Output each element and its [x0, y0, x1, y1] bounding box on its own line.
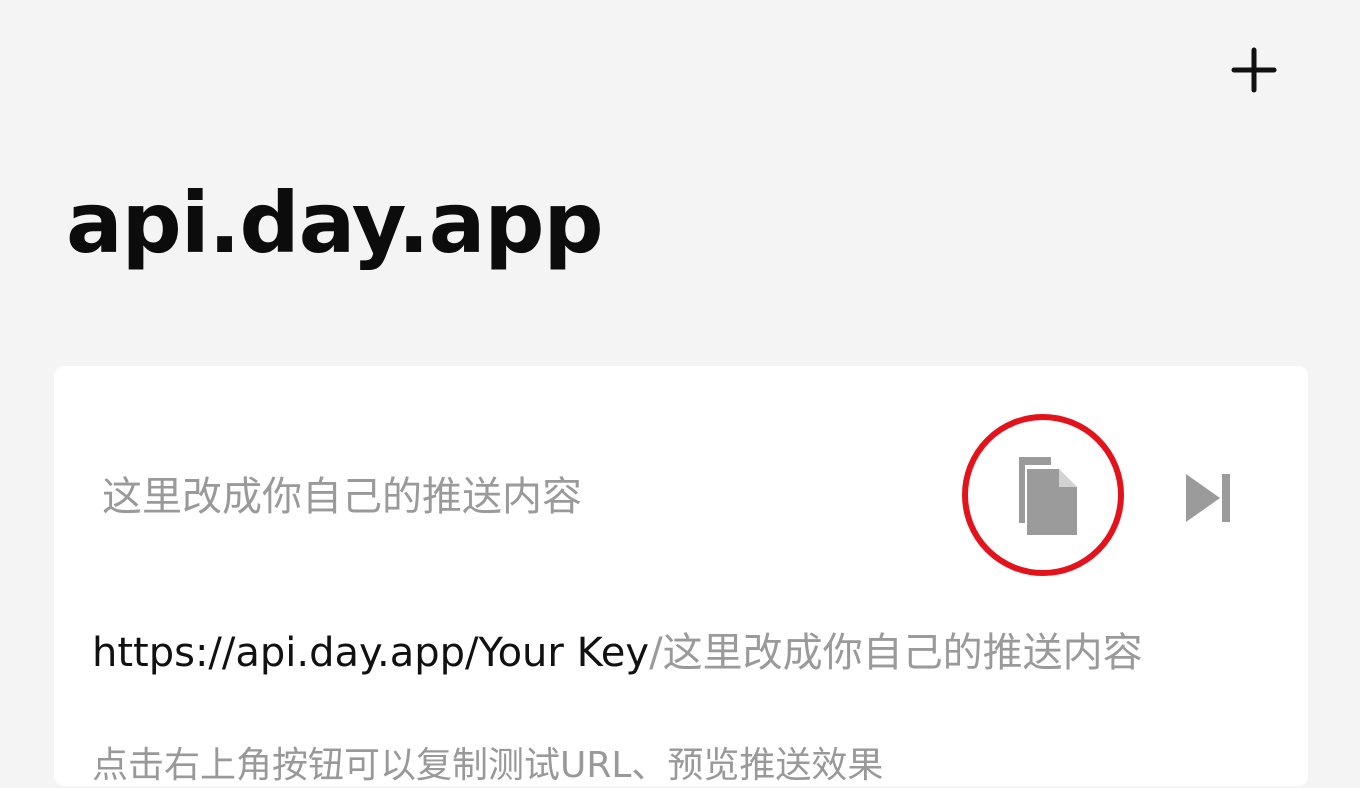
push-url-base: https://api.day.app/Your Key [92, 630, 650, 676]
copy-icon [1019, 457, 1077, 535]
add-button[interactable] [1222, 38, 1286, 102]
page-title: api.day.app [66, 174, 604, 272]
push-url-suffix: /这里改成你自己的推送内容 [649, 630, 1143, 676]
skip-forward-icon [1186, 474, 1230, 522]
copy-button[interactable] [997, 445, 1081, 549]
push-card: 这里改成你自己的推送内容 https://api.day.app/Your Ke… [54, 366, 1308, 786]
preview-button[interactable] [1176, 466, 1240, 530]
push-content-text: 这里改成你自己的推送内容 [102, 474, 582, 520]
usage-hint: 点击右上角按钮可以复制测试URL、预览推送效果 [92, 745, 884, 786]
plus-icon [1231, 47, 1277, 93]
push-url: https://api.day.app/Your Key/这里改成你自己的推送内… [92, 628, 1143, 678]
